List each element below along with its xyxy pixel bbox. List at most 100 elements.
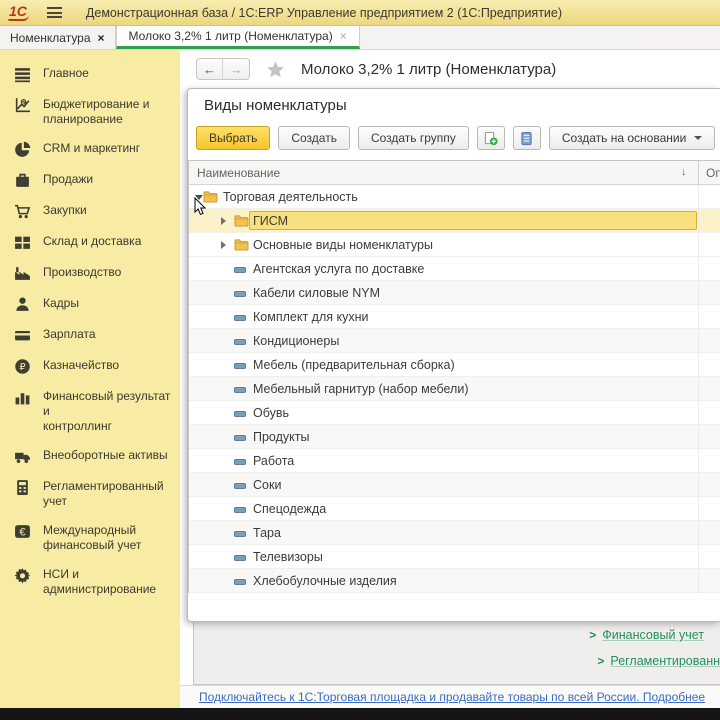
sidebar-item-money-card[interactable]: Зарплата: [0, 320, 180, 351]
main-menu-icon[interactable]: [47, 7, 62, 18]
pallet-grid-icon: [14, 234, 31, 251]
row-label: Спецодежда: [253, 502, 326, 516]
list-view-button[interactable]: [513, 126, 541, 150]
sidebar-item-truck[interactable]: Внеоборотные активы: [0, 441, 180, 472]
item-dash-icon: [234, 579, 246, 585]
copy-element-button[interactable]: [477, 126, 505, 150]
tree-row[interactable]: Обувь: [189, 401, 720, 425]
bottom-black-bar: [0, 708, 720, 720]
chevron-right-icon: >: [597, 654, 604, 668]
menu-lines-icon: [14, 66, 31, 83]
create-group-button[interactable]: Создать группу: [358, 126, 469, 150]
list-document-icon: [519, 131, 534, 146]
expander-icon[interactable]: [221, 241, 226, 249]
row-label: Продукты: [253, 430, 309, 444]
ruble-coin-icon: ₽: [14, 358, 31, 375]
tree-row[interactable]: Комплект для кухни: [189, 305, 720, 329]
item-dash-icon: [234, 411, 246, 417]
tree-row[interactable]: Мебельный гарнитур (набор мебели): [189, 377, 720, 401]
column-header-name[interactable]: Наименование: [197, 166, 280, 180]
svg-text:₽: ₽: [19, 362, 25, 373]
create-based-on-button[interactable]: Создать на основании: [549, 126, 716, 150]
form-header: ← → Молоко 3,2% 1 литр (Номенклатура): [180, 50, 720, 88]
table-body: Торговая деятельность ГИСМ Основные виды…: [189, 185, 720, 593]
item-dash-icon: [234, 363, 246, 369]
column-separator[interactable]: [698, 161, 699, 185]
create-button[interactable]: Создать: [278, 126, 350, 150]
group-link-financial[interactable]: > Финансовый учет: [589, 628, 720, 642]
sidebar-item-budget-chart[interactable]: ₽ Бюджетирование и планирование: [0, 90, 180, 134]
nomenclature-types-dialog: Виды номенклатуры Выбрать Создать Создат…: [187, 88, 720, 622]
tree-row[interactable]: ГИСМ: [189, 209, 720, 233]
titlebar: 1С Демонстрационная база / 1С:ERP Управл…: [0, 0, 720, 26]
row-label: Агентская услуга по доставке: [253, 262, 424, 276]
sidebar: Главное ₽ Бюджетирование и планирование …: [0, 50, 180, 708]
sidebar-item-briefcase[interactable]: Продажи: [0, 165, 180, 196]
close-icon[interactable]: ×: [98, 31, 105, 45]
tree-row[interactable]: Телевизоры: [189, 545, 720, 569]
tree-row[interactable]: Мебель (предварительная сборка): [189, 353, 720, 377]
sidebar-item-gear[interactable]: НСИ и администрирование: [0, 560, 180, 604]
row-label: Кабели силовые NYM: [253, 286, 380, 300]
row-label: Торговая деятельность: [223, 190, 358, 204]
sidebar-item-pie-chart[interactable]: CRM и маркетинг: [0, 134, 180, 165]
table-header: Наименование ↓ Оп: [189, 161, 720, 185]
sidebar-item-cart[interactable]: Закупки: [0, 196, 180, 227]
row-label: ГИСМ: [253, 214, 288, 228]
sidebar-item-ruble-coin[interactable]: ₽ Казначейство: [0, 351, 180, 382]
back-button[interactable]: ←: [197, 59, 223, 79]
item-dash-icon: [234, 531, 246, 537]
expander-icon[interactable]: [221, 217, 226, 225]
item-dash-icon: [234, 315, 246, 321]
tree-row[interactable]: Агентская услуга по доставке: [189, 257, 720, 281]
item-dash-icon: [234, 291, 246, 297]
tree-row[interactable]: Хлебобулочные изделия: [189, 569, 720, 593]
tree-row[interactable]: Основные виды номенклатуры: [189, 233, 720, 257]
item-dash-icon: [234, 387, 246, 393]
group-link-regulated[interactable]: > Регламентированн: [597, 654, 720, 668]
sidebar-item-euro[interactable]: € Международный финансовый учет: [0, 516, 180, 560]
gear-icon: [14, 567, 31, 584]
close-icon[interactable]: ×: [340, 29, 347, 43]
tree-row[interactable]: Работа: [189, 449, 720, 473]
tree-row[interactable]: Кабели силовые NYM: [189, 281, 720, 305]
tree-row[interactable]: Соки: [189, 473, 720, 497]
sidebar-item-calculator[interactable]: Регламентированный учет: [0, 472, 180, 516]
row-label: Тара: [253, 526, 281, 540]
sidebar-item-person[interactable]: Кадры: [0, 289, 180, 320]
person-icon: [14, 296, 31, 313]
calculator-icon: [14, 479, 31, 496]
tab-label: Молоко 3,2% 1 литр (Номенклатура): [129, 29, 333, 43]
favorite-star-icon[interactable]: [266, 60, 285, 79]
chevron-down-icon: [694, 136, 702, 140]
tab-nomenklatura[interactable]: Номенклатура ×: [0, 26, 116, 49]
marketplace-link[interactable]: Подключайтесь к 1С:Торговая площадка и п…: [199, 690, 705, 704]
sidebar-item-bar-chart[interactable]: Финансовый результат и контроллинг: [0, 382, 180, 441]
row-label: Основные виды номенклатуры: [253, 238, 433, 252]
row-label: Комплект для кухни: [253, 310, 368, 324]
budget-chart-icon: ₽: [14, 97, 31, 114]
selected-cell-highlight[interactable]: [249, 211, 697, 230]
sidebar-item-factory[interactable]: Производство: [0, 258, 180, 289]
tree-row[interactable]: Тара: [189, 521, 720, 545]
tree-row[interactable]: Продукты: [189, 425, 720, 449]
truck-icon: [14, 448, 31, 465]
sidebar-item-pallet-grid[interactable]: Склад и доставка: [0, 227, 180, 258]
money-card-icon: [14, 327, 31, 344]
column-header-op[interactable]: Оп: [706, 166, 720, 180]
item-dash-icon: [234, 507, 246, 513]
select-button[interactable]: Выбрать: [196, 126, 270, 150]
forward-button[interactable]: →: [223, 59, 249, 79]
tree-row[interactable]: Торговая деятельность: [189, 185, 720, 209]
row-label: Хлебобулочные изделия: [253, 574, 397, 588]
row-label: Обувь: [253, 406, 289, 420]
tab-moloko[interactable]: Молоко 3,2% 1 литр (Номенклатура) ×: [116, 26, 360, 49]
sidebar-item-menu-lines[interactable]: Главное: [0, 59, 180, 90]
tree-row[interactable]: Кондиционеры: [189, 329, 720, 353]
item-dash-icon: [234, 459, 246, 465]
svg-text:€: €: [19, 527, 26, 539]
expander-icon[interactable]: [195, 195, 203, 200]
tree-row[interactable]: Спецодежда: [189, 497, 720, 521]
folder-icon: [234, 214, 249, 227]
tab-bar: Номенклатура × Молоко 3,2% 1 литр (Номен…: [0, 26, 720, 50]
